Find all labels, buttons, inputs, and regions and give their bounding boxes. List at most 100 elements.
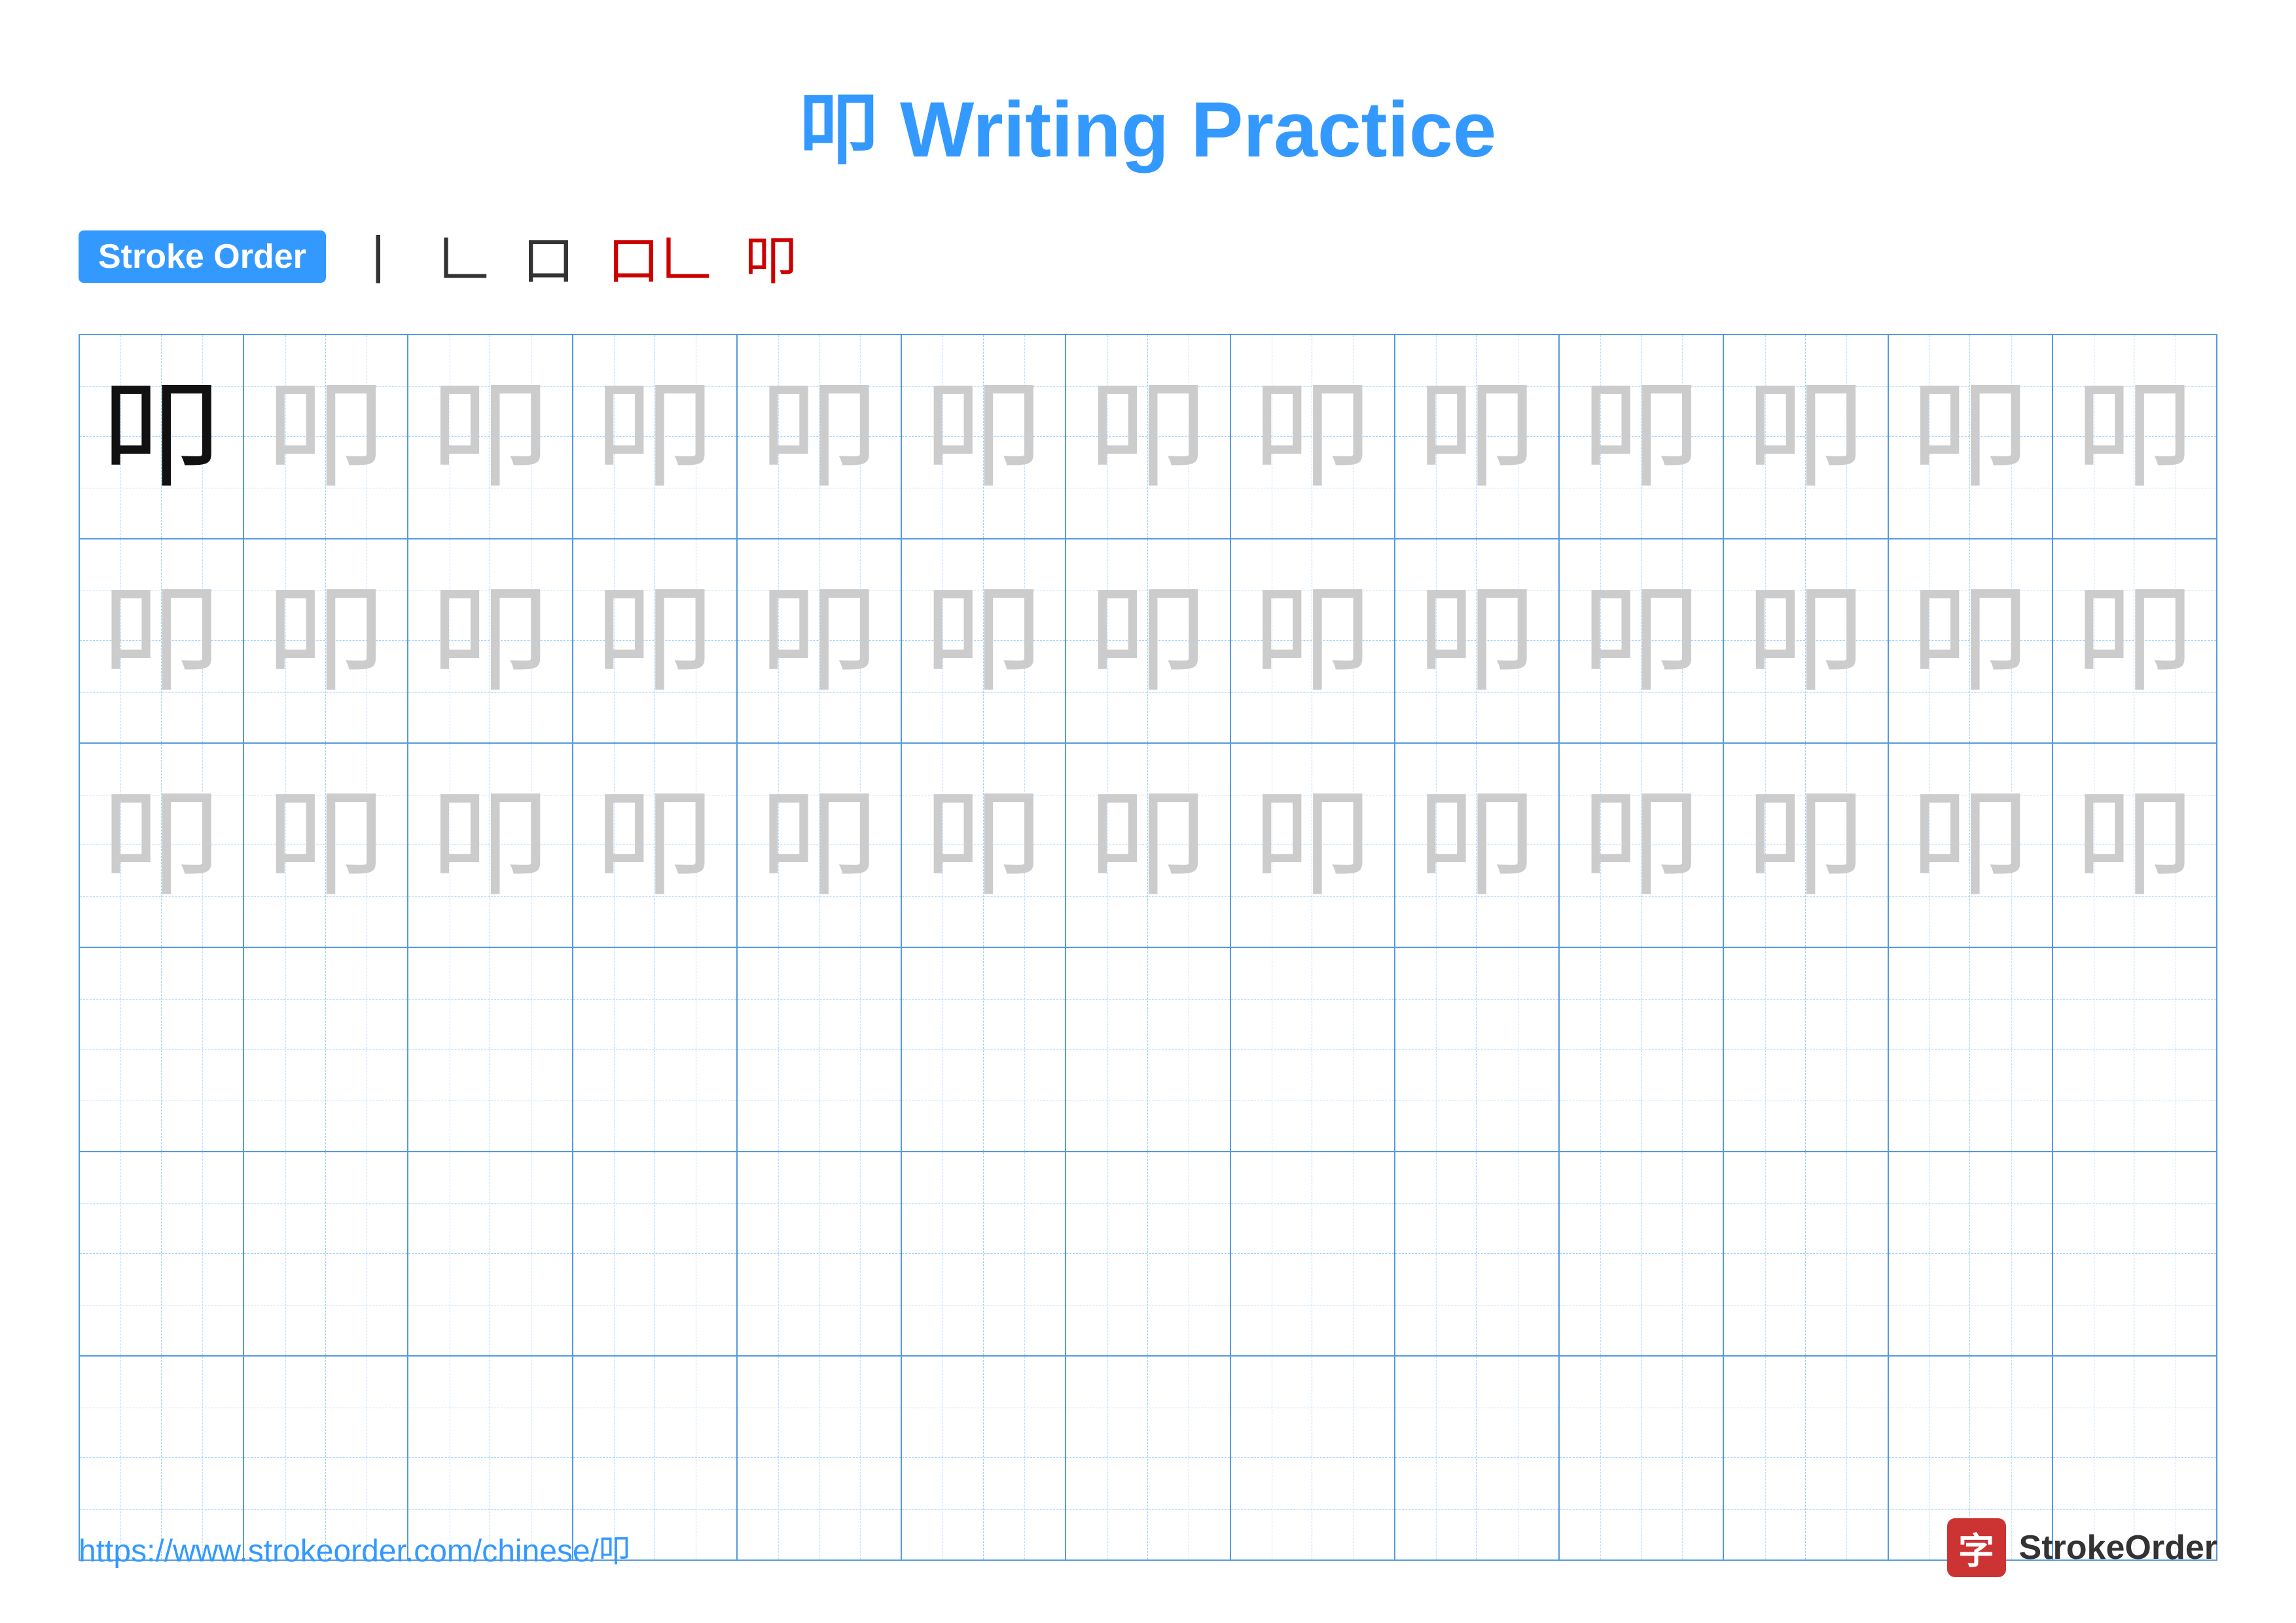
grid-cell-r5c5[interactable] [738,1152,902,1355]
char-guide: 叩 [1583,786,1700,904]
grid-cell-r4c2[interactable] [244,948,408,1151]
grid-cell-r2c8[interactable]: 叩 [1231,539,1395,742]
grid-cell-r3c12[interactable]: 叩 [1889,744,2053,947]
grid-cell-r3c7[interactable]: 叩 [1066,744,1230,947]
char-dark: 叩 [103,378,221,496]
grid-cell-r1c5[interactable]: 叩 [738,335,902,538]
char-guide: 叩 [431,378,549,496]
footer-url[interactable]: https://www.strokeorder.com/chinese/叩 [79,1525,630,1571]
grid-cell-r1c1[interactable]: 叩 [80,335,244,538]
grid-cell-r1c2[interactable]: 叩 [244,335,408,538]
grid-cell-r1c9[interactable]: 叩 [1395,335,1560,538]
char-guide: 叩 [103,582,221,700]
grid-cell-r4c10[interactable] [1560,948,1724,1151]
grid-cell-r3c10[interactable]: 叩 [1560,744,1724,947]
stroke-5: 叩 [745,219,797,295]
grid-cell-r2c7[interactable]: 叩 [1066,539,1230,742]
grid-cell-r4c3[interactable] [408,948,573,1151]
char-guide: 叩 [1418,786,1535,904]
grid-cell-r5c10[interactable] [1560,1152,1724,1355]
stroke-order-section: Stroke Order 丨 𠃊 口 口𠃊 叩 [79,219,2217,295]
grid-cell-r2c11[interactable]: 叩 [1724,539,1888,742]
grid-cell-r3c13[interactable]: 叩 [2053,744,2216,947]
grid-cell-r4c13[interactable] [2053,948,2216,1151]
grid-cell-r1c11[interactable]: 叩 [1724,335,1888,538]
grid-cell-r5c6[interactable] [902,1152,1066,1355]
grid-cell-r5c1[interactable] [80,1152,244,1355]
grid-cell-r2c6[interactable]: 叩 [902,539,1066,742]
title-chinese: 叩 [800,86,878,173]
grid-cell-r2c4[interactable]: 叩 [573,539,738,742]
grid-cell-r5c11[interactable] [1724,1152,1888,1355]
grid-cell-r2c13[interactable]: 叩 [2053,539,2216,742]
grid-cell-r5c9[interactable] [1395,1152,1560,1355]
grid-cell-r4c6[interactable] [902,948,1066,1151]
title-english: Writing Practice [900,86,1496,173]
grid-cell-r5c3[interactable] [408,1152,573,1355]
char-guide: 叩 [1089,378,1207,496]
grid-cell-r1c7[interactable]: 叩 [1066,335,1230,538]
grid-cell-r1c3[interactable]: 叩 [408,335,573,538]
grid-cell-r5c13[interactable] [2053,1152,2216,1355]
grid-cell-r2c9[interactable]: 叩 [1395,539,1560,742]
char-guide: 叩 [1253,582,1371,700]
page: 叩 Writing Practice Stroke Order 丨 𠃊 口 口𠃊… [0,0,2296,1623]
grid-cell-r4c11[interactable] [1724,948,1888,1151]
grid-cell-r2c10[interactable]: 叩 [1560,539,1724,742]
stroke-2: 𠃊 [437,219,490,295]
grid-cell-r5c4[interactable] [573,1152,738,1355]
char-guide: 叩 [1747,378,1865,496]
char-guide: 叩 [2075,786,2193,904]
logo-icon: 字 [1947,1518,2006,1577]
grid-cell-r3c6[interactable]: 叩 [902,744,1066,947]
char-guide: 叩 [267,582,385,700]
grid-cell-r3c8[interactable]: 叩 [1231,744,1395,947]
grid-cell-r3c4[interactable]: 叩 [573,744,738,947]
char-guide: 叩 [596,786,713,904]
grid-cell-r1c6[interactable]: 叩 [902,335,1066,538]
grid-cell-r1c10[interactable]: 叩 [1560,335,1724,538]
grid-cell-r1c4[interactable]: 叩 [573,335,738,538]
grid-cell-r4c1[interactable] [80,948,244,1151]
grid-cell-r2c2[interactable]: 叩 [244,539,408,742]
grid-cell-r2c5[interactable]: 叩 [738,539,902,742]
grid-cell-r4c9[interactable] [1395,948,1560,1151]
grid-cell-r4c12[interactable] [1889,948,2053,1151]
char-guide: 叩 [2075,582,2193,700]
grid-cell-r3c9[interactable]: 叩 [1395,744,1560,947]
grid-cell-r5c7[interactable] [1066,1152,1230,1355]
grid-cell-r4c4[interactable] [573,948,738,1151]
grid-cell-r5c12[interactable] [1889,1152,2053,1355]
grid-cell-r5c2[interactable] [244,1152,408,1355]
char-guide: 叩 [1089,786,1207,904]
char-guide: 叩 [1911,582,2029,700]
grid-row-2: 叩 叩 叩 叩 叩 [80,539,2216,744]
grid-cell-r1c12[interactable]: 叩 [1889,335,2053,538]
char-guide: 叩 [1583,378,1700,496]
grid-cell-r1c13[interactable]: 叩 [2053,335,2216,538]
grid-cell-r2c3[interactable]: 叩 [408,539,573,742]
char-guide: 叩 [1911,378,2029,496]
footer-logo: 字 StrokeOrder [1947,1518,2217,1577]
grid-cell-r1c8[interactable]: 叩 [1231,335,1395,538]
char-guide: 叩 [1583,582,1700,700]
grid-cell-r3c3[interactable]: 叩 [408,744,573,947]
grid-cell-r4c7[interactable] [1066,948,1230,1151]
stroke-sequence: 丨 𠃊 口 口𠃊 叩 [352,219,797,295]
grid-cell-r3c11[interactable]: 叩 [1724,744,1888,947]
char-guide: 叩 [1911,786,2029,904]
char-guide: 叩 [761,786,878,904]
grid-cell-r3c5[interactable]: 叩 [738,744,902,947]
char-guide: 叩 [267,378,385,496]
char-guide: 叩 [103,786,221,904]
grid-cell-r3c1[interactable]: 叩 [80,744,244,947]
grid-cell-r4c8[interactable] [1231,948,1395,1151]
char-guide: 叩 [1418,582,1535,700]
grid-cell-r4c5[interactable] [738,948,902,1151]
grid-cell-r2c1[interactable]: 叩 [80,539,244,742]
grid-cell-r5c8[interactable] [1231,1152,1395,1355]
stroke-1: 丨 [352,219,404,295]
grid-cell-r2c12[interactable]: 叩 [1889,539,2053,742]
stroke-4: 口𠃊 [607,219,712,295]
grid-cell-r3c2[interactable]: 叩 [244,744,408,947]
